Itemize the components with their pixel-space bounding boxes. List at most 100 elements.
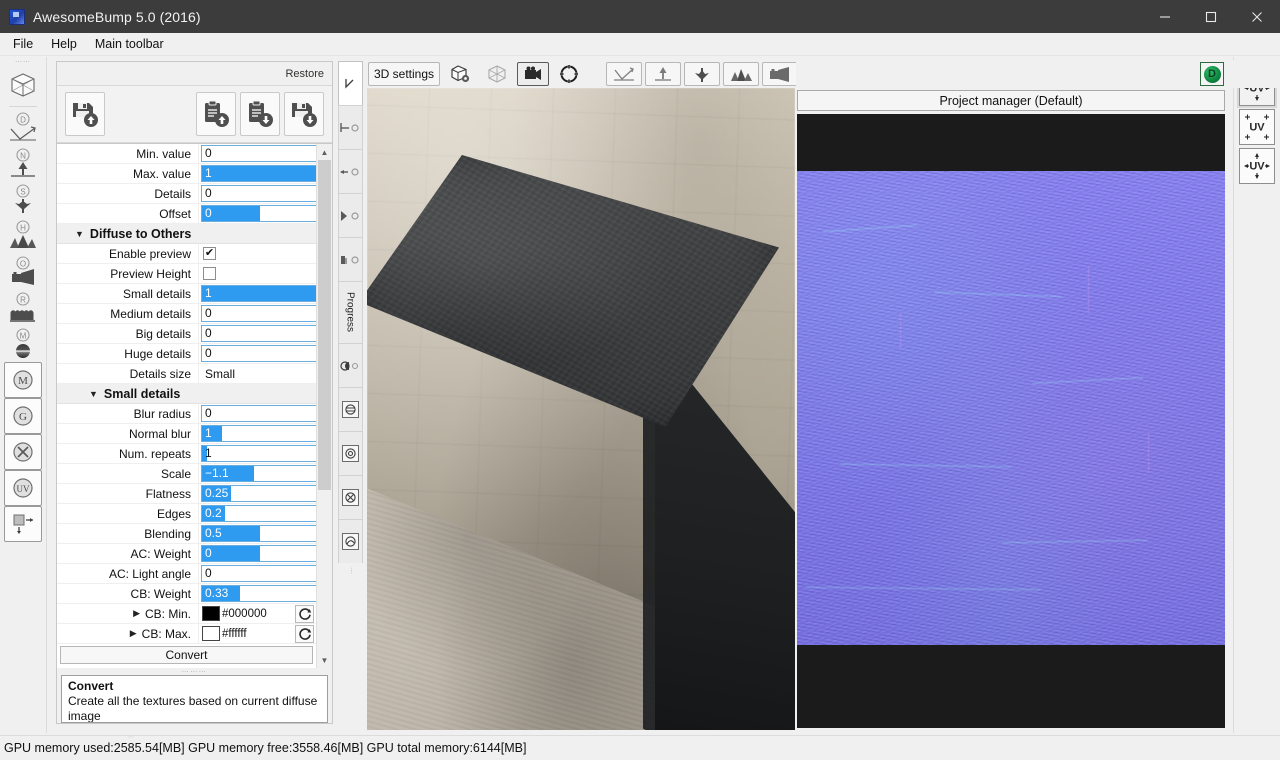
diffuse-map-icon[interactable]: [606, 62, 643, 86]
normal-image-icon[interactable]: N: [4, 146, 42, 182]
properties-scrollbar[interactable]: ▲ ▼: [316, 144, 332, 668]
slider-huge-details[interactable]: 0: [201, 345, 316, 362]
property-row[interactable]: Normal blur 1: [57, 424, 316, 444]
property-value[interactable]: −1.1: [199, 464, 316, 483]
property-value[interactable]: 0: [199, 144, 316, 163]
tab-contrast[interactable]: [337, 343, 363, 387]
occlusion-map-icon[interactable]: [762, 62, 799, 86]
scrollbar-track[interactable]: [317, 160, 332, 652]
menu-main-toolbar[interactable]: Main toolbar: [86, 34, 173, 54]
save-clipboard-down-button[interactable]: [240, 92, 281, 136]
property-value[interactable]: #000000: [199, 604, 316, 623]
reset-color-cb-max-button[interactable]: [295, 624, 314, 643]
convert-button[interactable]: Convert: [60, 646, 313, 664]
tab-diffuse-to-others[interactable]: [337, 105, 363, 149]
property-row[interactable]: Num. repeats 1: [57, 444, 316, 464]
property-row[interactable]: ▶ CB: Max. #ffffff: [57, 624, 316, 644]
property-row[interactable]: Max. value 1: [57, 164, 316, 184]
property-row[interactable]: Scale −1.1: [57, 464, 316, 484]
project-manager-button[interactable]: Project manager (Default): [797, 90, 1225, 111]
project-default-button[interactable]: D: [1200, 62, 1224, 86]
height-image-icon[interactable]: H: [4, 218, 42, 254]
property-value[interactable]: [199, 264, 316, 283]
settings-tools-icon[interactable]: [4, 434, 42, 470]
load-settings-button[interactable]: [284, 92, 324, 136]
height-map-icon[interactable]: [723, 62, 760, 86]
metallic-image-icon[interactable]: M: [4, 326, 42, 362]
tab-seamless-a[interactable]: [337, 387, 363, 431]
occlusion-image-icon[interactable]: O: [4, 254, 42, 290]
toolbar-grip[interactable]: ⋯⋯: [14, 59, 32, 67]
property-value[interactable]: 0: [199, 544, 316, 563]
property-value[interactable]: 0.33: [199, 584, 316, 603]
slider-max-value[interactable]: 1: [201, 165, 316, 182]
slider-cb-weight[interactable]: 0.33: [201, 585, 316, 602]
slider-big-details[interactable]: 0: [201, 325, 316, 342]
property-value[interactable]: 0: [199, 304, 316, 323]
slider-ac-light-angle[interactable]: 0: [201, 565, 316, 582]
property-row[interactable]: AC: Weight 0: [57, 544, 316, 564]
property-value[interactable]: 0: [199, 324, 316, 343]
wireframe-cube-icon[interactable]: [480, 62, 514, 86]
property-value[interactable]: 0: [199, 204, 316, 223]
property-row[interactable]: Enable preview ✔: [57, 244, 316, 264]
property-value[interactable]: 0: [199, 564, 316, 583]
property-row[interactable]: Small details 1: [57, 284, 316, 304]
property-value[interactable]: 1: [199, 444, 316, 463]
property-row[interactable]: ▶ CB: Min. #000000: [57, 604, 316, 624]
property-value[interactable]: 0: [199, 344, 316, 363]
property-value[interactable]: 1: [199, 424, 316, 443]
menu-help[interactable]: Help: [42, 34, 86, 54]
property-value[interactable]: 0: [199, 404, 316, 423]
property-value[interactable]: Small: [199, 364, 316, 383]
tab-seamless-b[interactable]: [337, 431, 363, 475]
slider-blur-radius[interactable]: 0: [201, 405, 316, 422]
maximize-button[interactable]: [1188, 0, 1234, 33]
property-row[interactable]: AC: Light angle 0: [57, 564, 316, 584]
tab-cursor[interactable]: [337, 61, 363, 105]
uv-center-button[interactable]: UV: [1239, 148, 1275, 184]
tab-seamless-d[interactable]: [337, 519, 363, 563]
property-row[interactable]: Blending 0.5: [57, 524, 316, 544]
target-crosshair-icon[interactable]: [552, 62, 586, 86]
tab-height-to-others[interactable]: [337, 193, 363, 237]
specular-image-icon[interactable]: S: [4, 182, 42, 218]
property-value[interactable]: ✔: [199, 244, 316, 263]
reset-color-cb-min-button[interactable]: [295, 604, 314, 623]
property-row[interactable]: CB: Weight 0.33: [57, 584, 316, 604]
chevron-right-icon[interactable]: ▶: [133, 608, 140, 619]
slider-small-details[interactable]: 1: [201, 285, 316, 302]
slider-blending[interactable]: 0.5: [201, 525, 316, 542]
grunge-icon[interactable]: G: [4, 398, 42, 434]
normal-map-preview[interactable]: [797, 114, 1225, 728]
color-swatch-cb-max[interactable]: [202, 626, 220, 641]
property-row[interactable]: Min. value 0: [57, 144, 316, 164]
minimize-button[interactable]: [1142, 0, 1188, 33]
color-swatch-cb-min[interactable]: [202, 606, 220, 621]
cube-wireframe-icon[interactable]: [4, 67, 42, 103]
specular-map-icon[interactable]: [684, 62, 721, 86]
mesh-settings-icon[interactable]: [443, 62, 477, 86]
property-row[interactable]: Medium details 0: [57, 304, 316, 324]
property-row[interactable]: Edges 0.2: [57, 504, 316, 524]
property-row[interactable]: Huge details 0: [57, 344, 316, 364]
restore-button[interactable]: Restore: [285, 68, 324, 80]
scroll-up-button[interactable]: ▲: [317, 144, 332, 160]
save-settings-button[interactable]: [65, 92, 105, 136]
hint-splitter[interactable]: ⋯⋯⋯: [57, 668, 332, 676]
slider-edges[interactable]: 0.2: [201, 505, 316, 522]
property-row[interactable]: Preview Height: [57, 264, 316, 284]
property-value[interactable]: #ffffff: [199, 624, 316, 643]
tab-occlusion-to-others[interactable]: [337, 237, 363, 281]
property-row[interactable]: Details size Small: [57, 364, 316, 384]
menu-file[interactable]: File: [4, 34, 42, 54]
scroll-down-button[interactable]: ▼: [317, 652, 332, 668]
property-row[interactable]: Big details 0: [57, 324, 316, 344]
uv-icon[interactable]: UV: [4, 470, 42, 506]
material-icon[interactable]: M: [4, 362, 42, 398]
slider-details[interactable]: 0: [201, 185, 316, 202]
slider-flatness[interactable]: 0.25: [201, 485, 316, 502]
3d-settings-button[interactable]: 3D settings: [368, 62, 441, 86]
checkbox-preview-height[interactable]: [203, 267, 216, 280]
property-row[interactable]: Details 0: [57, 184, 316, 204]
